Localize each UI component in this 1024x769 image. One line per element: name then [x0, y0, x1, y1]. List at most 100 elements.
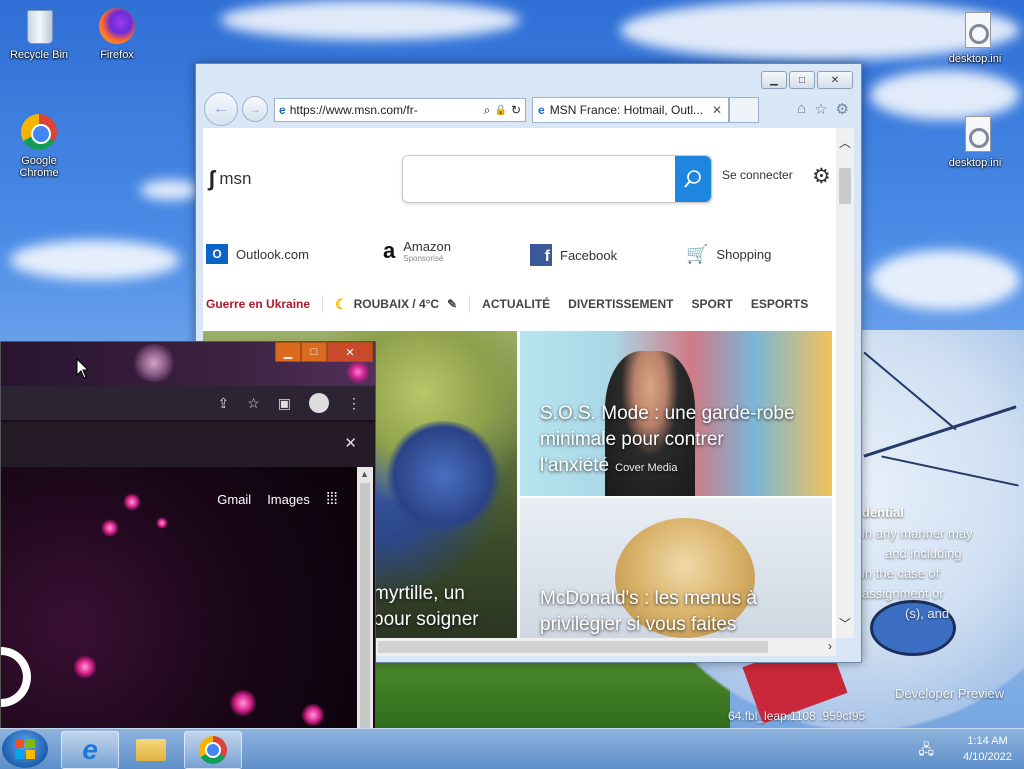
msn-search-box[interactable]	[402, 155, 712, 203]
wallpaper-cloud	[220, 0, 520, 40]
weather-widget[interactable]: ☾ ROUBAIX / 4°C ✎	[335, 296, 457, 313]
more-menu-icon[interactable]: ⋮	[347, 395, 361, 412]
wallpaper-text: (s), and	[905, 606, 950, 621]
maximize-button[interactable]: □	[789, 71, 815, 89]
recycle-bin-icon	[19, 6, 59, 46]
category-actualite[interactable]: ACTUALITÉ	[482, 297, 550, 311]
shopping-cart-icon: 🛒	[686, 244, 709, 264]
search-icon	[684, 170, 701, 188]
wallpaper-cloud	[10, 240, 180, 280]
story-title: McDonald's : les menus à privilégier si …	[540, 588, 757, 635]
back-button[interactable]: ←	[204, 92, 238, 126]
side-panel-icon[interactable]: ▣	[278, 395, 291, 412]
folder-icon	[136, 739, 166, 761]
ie-caption-buttons: ▁ □ ✕	[761, 71, 853, 89]
background-sparkle	[229, 689, 257, 717]
wallpaper-text: in any manner may	[862, 526, 973, 541]
address-bar[interactable]: e https://www.msn.com/fr- ⌕ 🔒 ↻	[274, 98, 526, 122]
browser-tab[interactable]: e MSN France: Hotmail, Outl... ✕	[532, 97, 729, 123]
scroll-right-arrow[interactable]: ›	[828, 639, 832, 653]
category-bar: Guerre en Ukraine ☾ ROUBAIX / 4°C ✎ ACTU…	[203, 292, 836, 316]
vertical-scrollbar[interactable]: ▲	[357, 467, 373, 732]
hot-topic-link[interactable]: Guerre en Ukraine	[206, 297, 310, 311]
background-sparkle	[156, 517, 168, 529]
msn-search-button[interactable]	[675, 156, 711, 202]
edit-pencil-icon[interactable]: ✎	[447, 297, 457, 311]
internet-explorer-icon: e	[82, 734, 98, 765]
gear-icon[interactable]: ⚙	[812, 164, 831, 189]
minimize-button[interactable]: ▁	[275, 342, 301, 362]
google-newtab-page: Gmail Images ⁞⁞⁞	[1, 467, 357, 732]
desktop-icon-firefox[interactable]: Firefox	[82, 6, 152, 61]
divider	[469, 295, 471, 313]
start-button[interactable]	[2, 730, 48, 768]
msn-logo[interactable]: ʃ msn	[208, 166, 251, 192]
close-button[interactable]: ✕	[817, 71, 853, 89]
quicklink-amazon[interactable]: a Amazon Sponsorisé	[383, 238, 451, 264]
quicklink-outlook[interactable]: O Outlook.com	[206, 244, 309, 264]
category-sport[interactable]: SPORT	[692, 297, 733, 311]
close-button[interactable]: ✕	[327, 342, 373, 362]
chrome-toolbar: ⇪ ☆ ▣ ⋮	[1, 386, 375, 420]
taskbar-internet-explorer[interactable]: e	[61, 731, 119, 769]
apps-grid-icon[interactable]: ⁞⁞⁞	[326, 489, 338, 509]
scroll-thumb[interactable]	[378, 641, 768, 653]
msn-butterfly-icon: ʃ	[208, 166, 216, 191]
category-esports[interactable]: ESPORTS	[751, 297, 808, 311]
amazon-icon: a	[383, 238, 396, 263]
tab-close-icon[interactable]: ✕	[712, 103, 722, 117]
refresh-icon[interactable]: ↻	[511, 103, 521, 117]
scroll-thumb[interactable]	[360, 483, 370, 728]
desktop-icon-recycle-bin[interactable]: Recycle Bin	[4, 6, 74, 61]
outlook-icon: O	[206, 244, 228, 264]
wallpaper-cloud	[870, 250, 1020, 310]
quicklink-facebook[interactable]: f Facebook	[530, 244, 617, 266]
favorites-star-icon[interactable]: ☆	[814, 100, 827, 118]
msn-search-input[interactable]	[411, 158, 665, 200]
desktop-icon-google-chrome[interactable]: Google Chrome	[4, 112, 74, 179]
clock[interactable]: 1:14 AM 4/10/2022	[963, 733, 1012, 765]
vertical-scrollbar[interactable]: ︿ ﹀	[836, 128, 854, 638]
scroll-down-arrow[interactable]: ﹀	[839, 615, 851, 632]
forward-button[interactable]: →	[242, 96, 268, 122]
gmail-link[interactable]: Gmail	[217, 492, 251, 507]
search-icon[interactable]: ⌕	[484, 103, 491, 118]
bookmark-star-icon[interactable]: ☆	[247, 395, 260, 412]
wallpaper-text: in the case of	[862, 566, 940, 581]
chrome-titlebar[interactable]: ▁ □ ✕	[1, 342, 375, 386]
divider	[322, 295, 324, 313]
scroll-thumb[interactable]	[839, 168, 851, 204]
chrome-caption-buttons: ▁ □ ✕	[275, 342, 373, 362]
quicklink-shopping[interactable]: 🛒 Shopping	[686, 244, 771, 265]
category-divertissement[interactable]: DIVERTISSEMENT	[568, 297, 673, 311]
gear-icon[interactable]: ⚙	[836, 100, 849, 118]
background-sparkle	[301, 703, 325, 727]
lock-icon[interactable]: 🔒	[494, 105, 506, 116]
wallpaper-cloud	[870, 70, 1020, 120]
story-tile-mode[interactable]: S.O.S. Mode : une garde-robe minimale po…	[520, 331, 832, 496]
taskbar-file-explorer[interactable]	[122, 731, 180, 769]
images-link[interactable]: Images	[267, 492, 310, 507]
wallpaper-text: dential	[862, 505, 904, 520]
moon-icon: ☾	[335, 295, 348, 312]
ie-page-icon: e	[279, 103, 286, 117]
taskbar-google-chrome[interactable]	[184, 731, 242, 769]
desktop-icon-desktop-ini[interactable]: desktop.ini	[940, 114, 1010, 169]
maximize-button[interactable]: □	[301, 342, 327, 362]
network-icon[interactable]: 🖧	[918, 739, 934, 763]
share-icon[interactable]: ⇪	[217, 395, 229, 412]
scroll-up-arrow[interactable]: ▲	[360, 469, 369, 479]
scroll-up-arrow[interactable]: ︿	[839, 134, 851, 151]
new-tab-button[interactable]	[729, 97, 759, 123]
profile-avatar-icon[interactable]	[309, 393, 329, 413]
signin-link[interactable]: Se connecter	[722, 168, 793, 182]
minimize-button[interactable]: ▁	[761, 71, 787, 89]
wallpaper-cloud	[140, 180, 200, 200]
home-icon[interactable]: ⌂	[797, 100, 806, 118]
infobar-close-icon[interactable]: ✕	[344, 434, 357, 452]
desktop-icon-desktop-ini[interactable]: desktop.ini	[940, 10, 1010, 65]
chrome-icon	[199, 736, 227, 764]
taskbar: e 🖧 1:14 AM 4/10/2022	[0, 728, 1024, 769]
ie-toolbar-icons: ⌂ ☆ ⚙	[797, 100, 849, 118]
story-tile-mcdonalds[interactable]: McDonald's : les menus à privilégier si …	[520, 498, 832, 638]
